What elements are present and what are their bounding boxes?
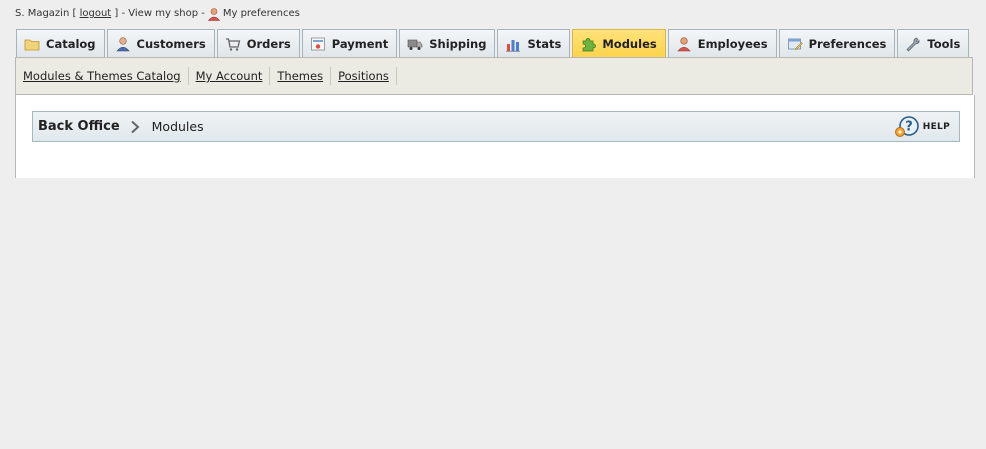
- content-panel: Back Office Modules ? HELP: [15, 95, 975, 178]
- tab-catalog[interactable]: Catalog: [16, 29, 105, 58]
- subnav-my-account[interactable]: My Account: [196, 67, 271, 85]
- employee-icon: [677, 37, 691, 52]
- shop-name: S. Magazin: [15, 8, 70, 19]
- tab-orders[interactable]: Orders: [216, 29, 300, 58]
- tab-label: Tools: [927, 37, 961, 51]
- breadcrumb-current: Modules: [151, 119, 204, 134]
- tab-shipping[interactable]: Shipping: [399, 29, 496, 58]
- tab-label: Modules: [602, 37, 657, 51]
- breadcrumb-root[interactable]: Back Office: [38, 119, 120, 134]
- chevron-right-icon: [130, 120, 140, 133]
- tab-label: Orders: [246, 37, 291, 51]
- payment-icon: [310, 37, 325, 51]
- tab-label: Shipping: [429, 37, 487, 51]
- my-preferences-link[interactable]: My preferences: [223, 7, 300, 21]
- sub-navigation: Modules & Themes Catalog My Account Them…: [15, 57, 973, 95]
- breadcrumb: Back Office Modules ? HELP: [32, 111, 960, 142]
- help-label: HELP: [922, 122, 950, 132]
- tab-payment[interactable]: Payment: [301, 29, 398, 58]
- tab-customers[interactable]: Customers: [106, 29, 215, 58]
- tab-label: Payment: [331, 37, 389, 51]
- svg-text:?: ?: [905, 120, 913, 135]
- tab-preferences[interactable]: Preferences: [778, 29, 896, 58]
- bar-chart-icon: [506, 40, 521, 52]
- user-icon: [207, 8, 220, 21]
- preferences-icon: [787, 38, 803, 51]
- main-tabs: Catalog Customers Orders Payment Shippin…: [16, 27, 971, 58]
- subnav-modules-themes-catalog[interactable]: Modules & Themes Catalog: [23, 67, 189, 85]
- help-button[interactable]: ? HELP: [894, 116, 950, 138]
- subnav-positions[interactable]: Positions: [338, 67, 397, 85]
- truck-icon: [407, 39, 423, 50]
- tab-tools[interactable]: Tools: [897, 29, 970, 58]
- tab-label: Catalog: [46, 37, 96, 51]
- tab-stats[interactable]: Stats: [497, 29, 571, 58]
- tab-label: Customers: [136, 37, 206, 51]
- top-user-bar: S. Magazin [ logout ] - View my shop - M…: [15, 7, 300, 21]
- bracket-open: [: [72, 8, 77, 19]
- folder-icon: [24, 39, 40, 51]
- bracket-close: ]: [114, 8, 119, 19]
- subnav-themes[interactable]: Themes: [277, 67, 332, 85]
- view-shop-link[interactable]: - View my shop -: [122, 7, 205, 21]
- tab-modules[interactable]: Modules: [572, 29, 666, 58]
- cart-icon: [225, 38, 241, 51]
- wrench-icon: [906, 37, 920, 52]
- logout-link[interactable]: logout: [80, 7, 112, 21]
- tab-label: Employees: [697, 37, 768, 51]
- help-icon: ?: [894, 116, 919, 137]
- tab-label: Stats: [527, 37, 562, 51]
- tab-label: Preferences: [808, 37, 887, 51]
- puzzle-icon: [583, 38, 597, 52]
- customer-icon: [115, 37, 130, 52]
- tab-employees[interactable]: Employees: [667, 29, 777, 58]
